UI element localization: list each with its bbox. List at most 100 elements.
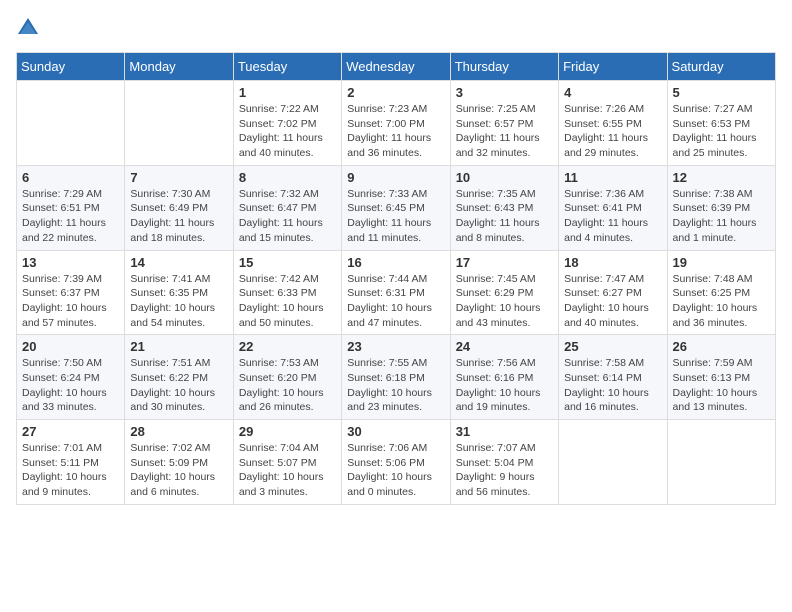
calendar-cell: 4Sunrise: 7:26 AM Sunset: 6:55 PM Daylig… [559, 81, 667, 166]
day-number: 28 [130, 424, 227, 439]
calendar-cell: 16 Sunrise: 7:44 AM Sunset: 6:31 PM Dayli… [342, 250, 450, 335]
day-number: 27 [22, 424, 119, 439]
week-row-2: 6 Sunrise: 7:29 AM Sunset: 6:51 PM Daylig… [17, 165, 776, 250]
calendar-cell: 19 Sunrise: 7:48 AM Sunset: 6:25 PM Dayli… [667, 250, 775, 335]
column-header-tuesday: Tuesday [233, 53, 341, 81]
calendar-cell: 22 Sunrise: 7:53 AM Sunset: 6:20 PM Dayli… [233, 335, 341, 420]
day-number: 17 [456, 255, 553, 270]
day-number: 16 [347, 255, 444, 270]
column-header-saturday: Saturday [667, 53, 775, 81]
calendar-cell: 26 Sunrise: 7:59 AM Sunset: 6:13 PM Dayli… [667, 335, 775, 420]
day-info: Sunrise: 7:51 AM Sunset: 6:22 PM Dayligh… [130, 356, 227, 415]
day-number: 15 [239, 255, 336, 270]
day-number: 1 [239, 85, 336, 100]
calendar-cell: 31 Sunrise: 7:07 AM Sunset: 5:04 PM Dayli… [450, 420, 558, 505]
day-info: Sunrise: 7:42 AM Sunset: 6:33 PM Dayligh… [239, 272, 336, 331]
day-info: Sunrise: 7:07 AM Sunset: 5:04 PM Dayligh… [456, 441, 553, 500]
day-number: 8 [239, 170, 336, 185]
day-number: 11 [564, 170, 661, 185]
day-number: 5 [673, 85, 770, 100]
day-info: Sunrise: 7:35 AM Sunset: 6:43 PM Dayligh… [456, 187, 553, 246]
calendar-cell: 25Sunrise: 7:58 AM Sunset: 6:14 PM Dayli… [559, 335, 667, 420]
calendar-cell [667, 420, 775, 505]
day-info: Sunrise: 7:23 AM Sunset: 7:00 PM Dayligh… [347, 102, 444, 161]
day-info: Sunrise: 7:22 AM Sunset: 7:02 PM Dayligh… [239, 102, 336, 161]
column-header-sunday: Sunday [17, 53, 125, 81]
day-info: Sunrise: 7:36 AM Sunset: 6:41 PM Dayligh… [564, 187, 661, 246]
day-info: Sunrise: 7:30 AM Sunset: 6:49 PM Dayligh… [130, 187, 227, 246]
calendar-cell: 13 Sunrise: 7:39 AM Sunset: 6:37 PM Dayli… [17, 250, 125, 335]
column-header-friday: Friday [559, 53, 667, 81]
week-row-4: 20Sunrise: 7:50 AM Sunset: 6:24 PM Dayli… [17, 335, 776, 420]
calendar-cell: 28 Sunrise: 7:02 AM Sunset: 5:09 PM Dayli… [125, 420, 233, 505]
calendar-cell: 30Sunrise: 7:06 AM Sunset: 5:06 PM Dayli… [342, 420, 450, 505]
day-info: Sunrise: 7:39 AM Sunset: 6:37 PM Dayligh… [22, 272, 119, 331]
week-row-3: 13 Sunrise: 7:39 AM Sunset: 6:37 PM Dayli… [17, 250, 776, 335]
column-header-monday: Monday [125, 53, 233, 81]
day-number: 20 [22, 339, 119, 354]
column-header-wednesday: Wednesday [342, 53, 450, 81]
calendar-cell: 17 Sunrise: 7:45 AM Sunset: 6:29 PM Dayli… [450, 250, 558, 335]
calendar-cell: 5 Sunrise: 7:27 AM Sunset: 6:53 PM Daylig… [667, 81, 775, 166]
calendar-cell [17, 81, 125, 166]
day-number: 24 [456, 339, 553, 354]
day-info: Sunrise: 7:02 AM Sunset: 5:09 PM Dayligh… [130, 441, 227, 500]
day-number: 23 [347, 339, 444, 354]
day-number: 10 [456, 170, 553, 185]
day-number: 26 [673, 339, 770, 354]
calendar-cell: 21Sunrise: 7:51 AM Sunset: 6:22 PM Dayli… [125, 335, 233, 420]
header [16, 16, 776, 40]
day-info: Sunrise: 7:47 AM Sunset: 6:27 PM Dayligh… [564, 272, 661, 331]
day-number: 31 [456, 424, 553, 439]
day-number: 12 [673, 170, 770, 185]
day-number: 2 [347, 85, 444, 100]
week-row-1: 1 Sunrise: 7:22 AM Sunset: 7:02 PM Daylig… [17, 81, 776, 166]
calendar-cell: 12 Sunrise: 7:38 AM Sunset: 6:39 PM Dayli… [667, 165, 775, 250]
logo-icon [16, 16, 40, 40]
week-row-5: 27 Sunrise: 7:01 AM Sunset: 5:11 PM Dayli… [17, 420, 776, 505]
calendar-cell: 24 Sunrise: 7:56 AM Sunset: 6:16 PM Dayli… [450, 335, 558, 420]
day-number: 13 [22, 255, 119, 270]
logo [16, 16, 44, 40]
calendar-table: SundayMondayTuesdayWednesdayThursdayFrid… [16, 52, 776, 505]
day-info: Sunrise: 7:26 AM Sunset: 6:55 PM Dayligh… [564, 102, 661, 161]
column-header-thursday: Thursday [450, 53, 558, 81]
day-number: 6 [22, 170, 119, 185]
calendar-cell: 20Sunrise: 7:50 AM Sunset: 6:24 PM Dayli… [17, 335, 125, 420]
calendar-cell [125, 81, 233, 166]
day-info: Sunrise: 7:32 AM Sunset: 6:47 PM Dayligh… [239, 187, 336, 246]
day-info: Sunrise: 7:59 AM Sunset: 6:13 PM Dayligh… [673, 356, 770, 415]
calendar-cell: 3Sunrise: 7:25 AM Sunset: 6:57 PM Daylig… [450, 81, 558, 166]
day-info: Sunrise: 7:45 AM Sunset: 6:29 PM Dayligh… [456, 272, 553, 331]
day-number: 19 [673, 255, 770, 270]
calendar-cell [559, 420, 667, 505]
day-info: Sunrise: 7:27 AM Sunset: 6:53 PM Dayligh… [673, 102, 770, 161]
calendar-header-row: SundayMondayTuesdayWednesdayThursdayFrid… [17, 53, 776, 81]
day-number: 3 [456, 85, 553, 100]
day-number: 22 [239, 339, 336, 354]
day-info: Sunrise: 7:55 AM Sunset: 6:18 PM Dayligh… [347, 356, 444, 415]
day-info: Sunrise: 7:29 AM Sunset: 6:51 PM Dayligh… [22, 187, 119, 246]
day-number: 30 [347, 424, 444, 439]
calendar-cell: 27 Sunrise: 7:01 AM Sunset: 5:11 PM Dayli… [17, 420, 125, 505]
day-info: Sunrise: 7:01 AM Sunset: 5:11 PM Dayligh… [22, 441, 119, 500]
calendar-cell: 1 Sunrise: 7:22 AM Sunset: 7:02 PM Daylig… [233, 81, 341, 166]
day-info: Sunrise: 7:04 AM Sunset: 5:07 PM Dayligh… [239, 441, 336, 500]
day-number: 14 [130, 255, 227, 270]
day-info: Sunrise: 7:48 AM Sunset: 6:25 PM Dayligh… [673, 272, 770, 331]
day-info: Sunrise: 7:38 AM Sunset: 6:39 PM Dayligh… [673, 187, 770, 246]
calendar-cell: 18Sunrise: 7:47 AM Sunset: 6:27 PM Dayli… [559, 250, 667, 335]
day-info: Sunrise: 7:33 AM Sunset: 6:45 PM Dayligh… [347, 187, 444, 246]
calendar-cell: 14Sunrise: 7:41 AM Sunset: 6:35 PM Dayli… [125, 250, 233, 335]
day-info: Sunrise: 7:56 AM Sunset: 6:16 PM Dayligh… [456, 356, 553, 415]
day-number: 29 [239, 424, 336, 439]
day-info: Sunrise: 7:53 AM Sunset: 6:20 PM Dayligh… [239, 356, 336, 415]
calendar-cell: 29 Sunrise: 7:04 AM Sunset: 5:07 PM Dayli… [233, 420, 341, 505]
calendar-cell: 6 Sunrise: 7:29 AM Sunset: 6:51 PM Daylig… [17, 165, 125, 250]
day-info: Sunrise: 7:44 AM Sunset: 6:31 PM Dayligh… [347, 272, 444, 331]
calendar-cell: 2 Sunrise: 7:23 AM Sunset: 7:00 PM Daylig… [342, 81, 450, 166]
calendar-cell: 9Sunrise: 7:33 AM Sunset: 6:45 PM Daylig… [342, 165, 450, 250]
calendar-cell: 11 Sunrise: 7:36 AM Sunset: 6:41 PM Dayli… [559, 165, 667, 250]
calendar-cell: 23 Sunrise: 7:55 AM Sunset: 6:18 PM Dayli… [342, 335, 450, 420]
day-info: Sunrise: 7:58 AM Sunset: 6:14 PM Dayligh… [564, 356, 661, 415]
